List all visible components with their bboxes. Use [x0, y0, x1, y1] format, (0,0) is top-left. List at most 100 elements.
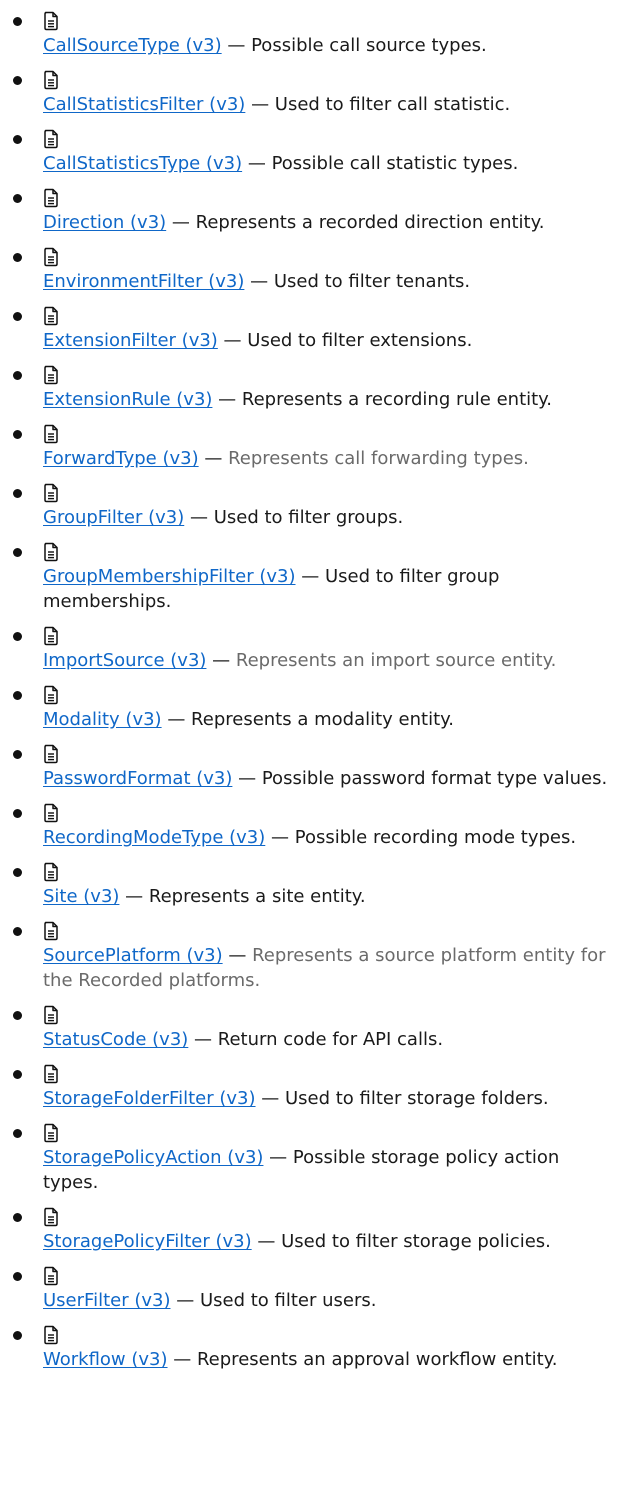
entry-link[interactable]: Workflow (v3) — [43, 1349, 168, 1370]
entry-text: Modality (v3) — Represents a modality en… — [43, 707, 629, 732]
entry-link[interactable]: CallSourceType (v3) — [43, 35, 222, 56]
document-icon — [43, 129, 59, 149]
separator: — — [188, 1029, 218, 1050]
entry-link[interactable]: StatusCode (v3) — [43, 1029, 188, 1050]
entry-description: Possible password format type values. — [261, 768, 608, 789]
entry-link[interactable]: GroupMembershipFilter (v3) — [43, 566, 296, 587]
separator: — — [245, 94, 275, 115]
document-icon — [43, 1005, 59, 1025]
separator: — — [221, 35, 252, 56]
entry-link[interactable]: Site (v3) — [43, 886, 119, 907]
entry-description: Used to filter users. — [199, 1290, 377, 1311]
entry-description: Represents a recorded direction entity. — [195, 212, 545, 233]
list-item: ForwardType (v3) — Represents call forwa… — [0, 421, 629, 471]
entry-text: ExtensionFilter (v3) — Used to filter ex… — [43, 328, 629, 353]
separator: — — [242, 153, 272, 174]
list-item: Site (v3) — Represents a site entity. — [0, 859, 629, 909]
entry-description: Possible call source types. — [251, 35, 487, 56]
entry-description: Used to filter groups. — [213, 507, 404, 528]
document-icon — [43, 247, 59, 267]
entry-text: ForwardType (v3) — Represents call forwa… — [43, 446, 629, 471]
entry-link[interactable]: CallStatisticsType (v3) — [43, 153, 242, 174]
entry-link[interactable]: ExtensionRule (v3) — [43, 389, 212, 410]
document-icon — [43, 1325, 59, 1345]
entry-link[interactable]: SourcePlatform (v3) — [43, 945, 223, 966]
entry-text: StatusCode (v3) — Return code for API ca… — [43, 1027, 629, 1052]
separator: — — [263, 1147, 293, 1168]
entry-text: UserFilter (v3) — Used to filter users. — [43, 1288, 629, 1313]
list-item: EnvironmentFilter (v3) — Used to filter … — [0, 244, 629, 294]
entry-text: StorageFolderFilter (v3) — Used to filte… — [43, 1086, 629, 1111]
list-item: StorageFolderFilter (v3) — Used to filte… — [0, 1061, 629, 1111]
list-item: RecordingModeType (v3) — Possible record… — [0, 800, 629, 850]
document-icon — [43, 862, 59, 882]
list-item: ExtensionRule (v3) — Represents a record… — [0, 362, 629, 412]
entry-link[interactable]: StorageFolderFilter (v3) — [43, 1088, 256, 1109]
document-icon — [43, 188, 59, 208]
list-item: StatusCode (v3) — Return code for API ca… — [0, 1002, 629, 1052]
entry-link[interactable]: Modality (v3) — [43, 709, 162, 730]
entry-text: ImportSource (v3) — Represents an import… — [43, 648, 629, 673]
entry-description: Represents a site entity. — [148, 886, 366, 907]
entry-description: Used to filter tenants. — [273, 271, 471, 292]
entry-text: RecordingModeType (v3) — Possible record… — [43, 825, 629, 850]
entry-description: Used to filter storage policies. — [281, 1231, 551, 1252]
entry-description: Represents call forwarding types. — [228, 448, 529, 469]
list-item: CallStatisticsFilter (v3) — Used to filt… — [0, 67, 629, 117]
entry-link[interactable]: ExtensionFilter (v3) — [43, 330, 218, 351]
document-icon — [43, 1266, 59, 1286]
api-reference-list: CallSourceType (v3) — Possible call sour… — [0, 0, 629, 1372]
entry-link[interactable]: Direction (v3) — [43, 212, 166, 233]
entry-text: CallSourceType (v3) — Possible call sour… — [43, 33, 629, 58]
separator: — — [212, 389, 242, 410]
separator: — — [170, 1290, 200, 1311]
separator: — — [167, 1349, 197, 1370]
document-icon — [43, 483, 59, 503]
entry-link[interactable]: EnvironmentFilter (v3) — [43, 271, 244, 292]
entry-link[interactable]: StoragePolicyAction (v3) — [43, 1147, 263, 1168]
entry-link[interactable]: GroupFilter (v3) — [43, 507, 184, 528]
list-item: GroupMembershipFilter (v3) — Used to fil… — [0, 539, 629, 614]
entry-description: Represents a modality entity. — [191, 709, 454, 730]
separator: — — [119, 886, 149, 907]
separator: — — [217, 330, 248, 351]
entry-text: GroupMembershipFilter (v3) — Used to fil… — [43, 564, 629, 614]
list-item: Workflow (v3) — Represents an approval w… — [0, 1322, 629, 1372]
list-item: StoragePolicyAction (v3) — Possible stor… — [0, 1120, 629, 1195]
entry-text: Workflow (v3) — Represents an approval w… — [43, 1347, 629, 1372]
list-item: CallStatisticsType (v3) — Possible call … — [0, 126, 629, 176]
entry-text: Site (v3) — Represents a site entity. — [43, 884, 629, 909]
separator: — — [206, 650, 236, 671]
list-item: StoragePolicyFilter (v3) — Used to filte… — [0, 1204, 629, 1254]
separator: — — [166, 212, 196, 233]
entry-description: Used to filter storage folders. — [284, 1088, 549, 1109]
entry-text: StoragePolicyFilter (v3) — Used to filte… — [43, 1229, 629, 1254]
document-icon — [43, 626, 59, 646]
separator: — — [255, 1088, 285, 1109]
entry-link[interactable]: UserFilter (v3) — [43, 1290, 170, 1311]
entry-text: StoragePolicyAction (v3) — Possible stor… — [43, 1145, 629, 1195]
entry-description: Possible call statistic types. — [271, 153, 519, 174]
document-icon — [43, 70, 59, 90]
document-icon — [43, 803, 59, 823]
document-icon — [43, 11, 59, 31]
entry-description: Represents an approval workflow entity. — [196, 1349, 558, 1370]
entry-link[interactable]: CallStatisticsFilter (v3) — [43, 94, 245, 115]
entry-text: SourcePlatform (v3) — Represents a sourc… — [43, 943, 629, 993]
document-icon — [43, 921, 59, 941]
document-icon — [43, 685, 59, 705]
entry-link[interactable]: RecordingModeType (v3) — [43, 827, 265, 848]
separator: — — [161, 709, 192, 730]
entry-description: Possible recording mode types. — [294, 827, 577, 848]
entry-link[interactable]: ImportSource (v3) — [43, 650, 206, 671]
separator: — — [251, 1231, 282, 1252]
entry-text: Direction (v3) — Represents a recorded d… — [43, 210, 629, 235]
entry-link[interactable]: StoragePolicyFilter (v3) — [43, 1231, 252, 1252]
entry-text: PasswordFormat (v3) — Possible password … — [43, 766, 629, 791]
separator: — — [198, 448, 229, 469]
list-item: Modality (v3) — Represents a modality en… — [0, 682, 629, 732]
entry-link[interactable]: PasswordFormat (v3) — [43, 768, 232, 789]
list-item: CallSourceType (v3) — Possible call sour… — [0, 8, 629, 58]
separator: — — [265, 827, 295, 848]
entry-link[interactable]: ForwardType (v3) — [43, 448, 199, 469]
